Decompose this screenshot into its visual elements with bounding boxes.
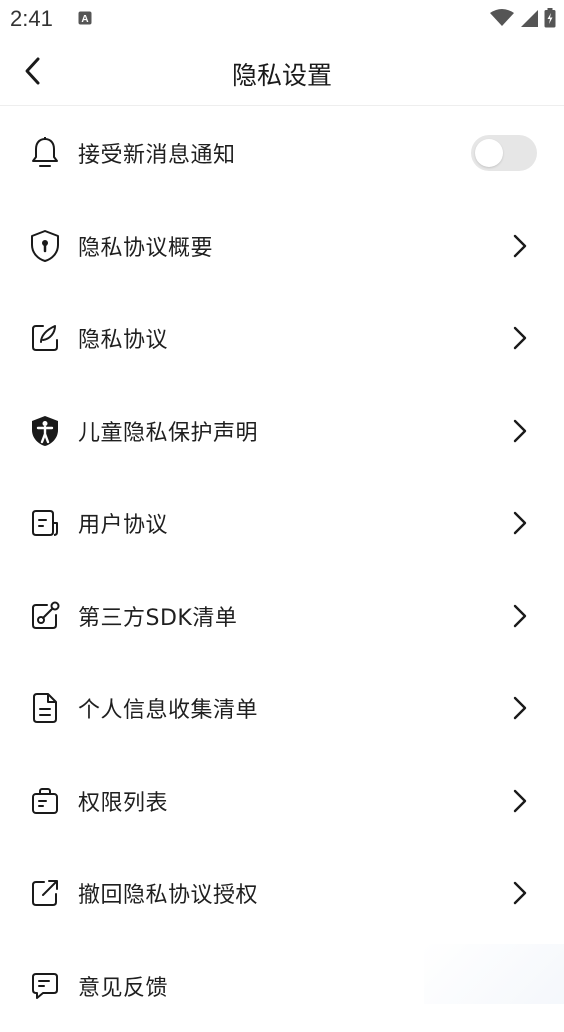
row-label: 第三方SDK清单 [78,600,237,632]
row-child-privacy[interactable]: 儿童隐私保护声明 [0,385,564,478]
document-icon [28,506,62,540]
row-label: 撤回隐私协议授权 [78,877,258,909]
chevron-right-icon [510,694,530,722]
chevron-right-icon [510,417,530,445]
row-label: 接受新消息通知 [78,137,236,169]
signal-icon [520,9,538,27]
wifi-icon [490,9,514,27]
external-link-icon [28,876,62,910]
row-label: 个人信息收集清单 [78,692,258,724]
toggle-knob [475,139,503,167]
feedback-chat-icon [28,969,62,1003]
link-share-icon [28,599,62,633]
row-user-agreement[interactable]: 用户协议 [0,477,564,570]
status-bar: 2:41 A [0,0,564,38]
chevron-right-icon [510,324,530,352]
chevron-right-icon [510,602,530,630]
page-title: 隐私设置 [0,56,564,92]
notification-app-icon: A [78,11,92,25]
chevron-right-icon [510,787,530,815]
status-time: 2:41 [10,6,53,32]
row-privacy-policy[interactable]: 隐私协议 [0,292,564,385]
row-label: 意见反馈 [78,970,168,1002]
svg-text:A: A [81,14,88,25]
row-label: 隐私协议概要 [78,230,213,262]
notification-toggle[interactable] [471,135,537,171]
row-personal-info-list[interactable]: 个人信息收集清单 [0,662,564,755]
bottom-corner-overlay [424,944,564,1004]
chevron-right-icon [510,509,530,537]
row-third-party-sdk[interactable]: 第三方SDK清单 [0,570,564,663]
row-revoke-authorization[interactable]: 撤回隐私协议授权 [0,847,564,940]
row-permissions-list[interactable]: 权限列表 [0,755,564,848]
chevron-right-icon [510,232,530,260]
row-label: 隐私协议 [78,322,168,354]
row-label: 用户协议 [78,507,168,539]
briefcase-icon [28,784,62,818]
app-header: 隐私设置 [0,38,564,106]
battery-icon [544,8,556,28]
child-shield-icon [28,414,62,448]
shield-key-icon [28,229,62,263]
file-list-icon [28,691,62,725]
row-message-notification[interactable]: 接受新消息通知 [0,107,564,200]
edit-note-icon [28,321,62,355]
chevron-right-icon [510,879,530,907]
settings-list: 接受新消息通知 隐私协议概要 隐私协议 [0,107,564,1032]
row-label: 儿童隐私保护声明 [78,415,258,447]
row-label: 权限列表 [78,785,168,817]
row-privacy-summary[interactable]: 隐私协议概要 [0,200,564,293]
bell-icon [28,136,62,170]
